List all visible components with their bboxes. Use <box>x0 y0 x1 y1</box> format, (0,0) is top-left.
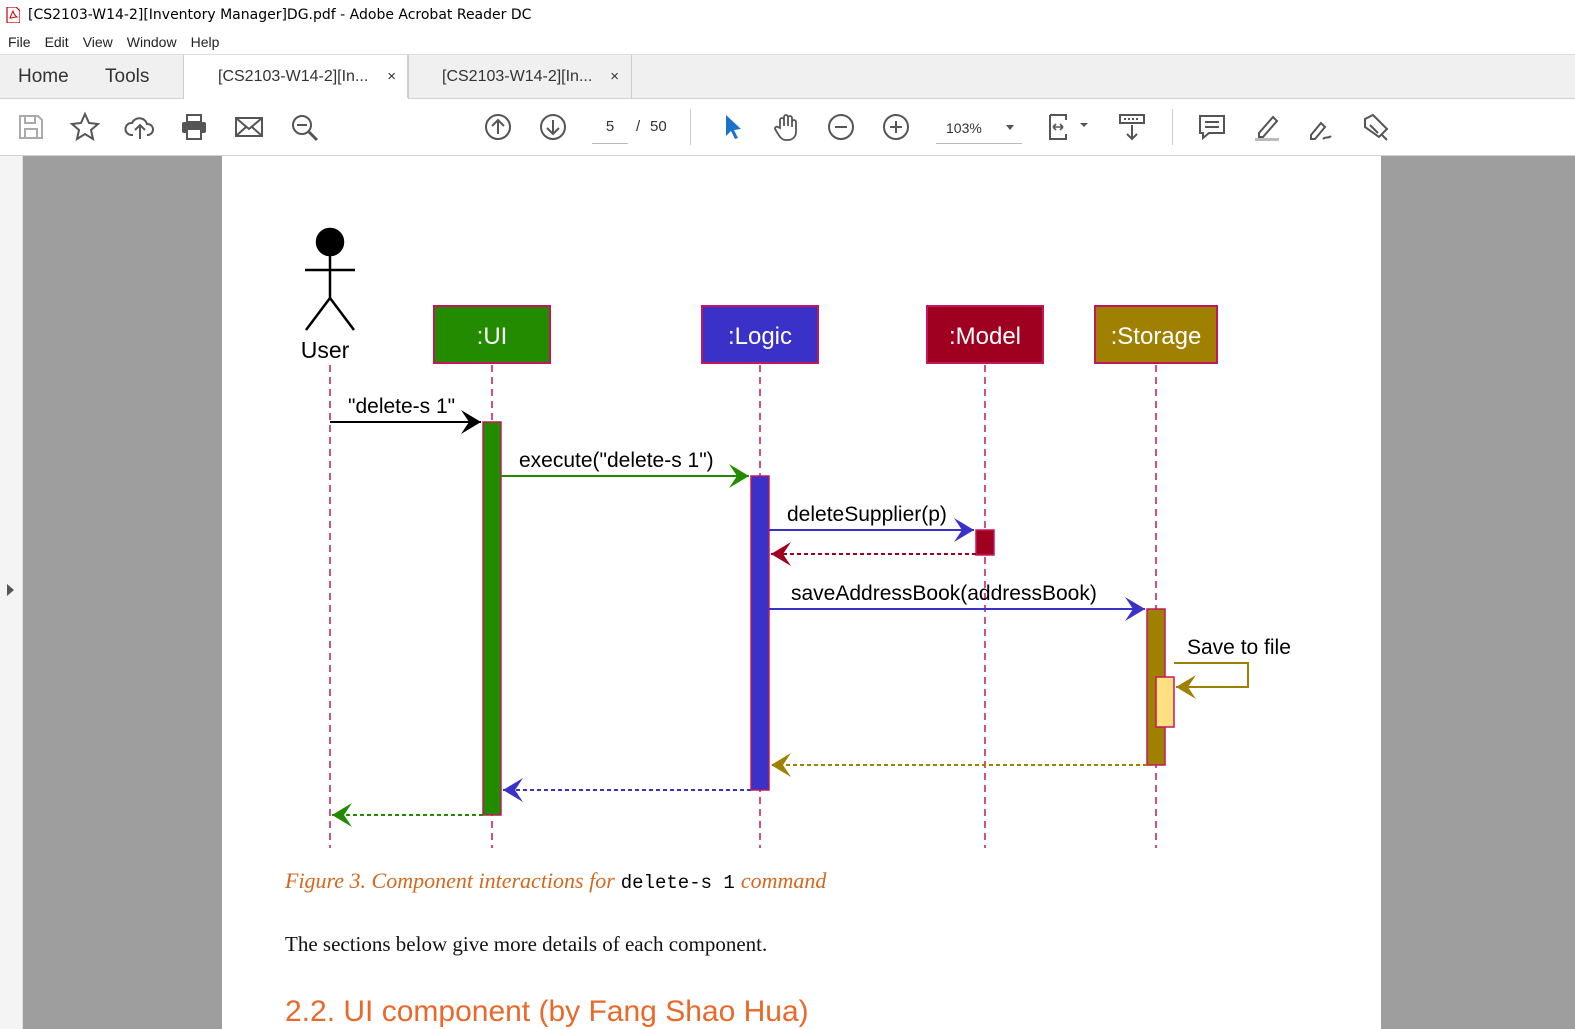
self-message-arrow <box>1174 662 1249 699</box>
participant-logic-label: :Logic <box>728 323 792 350</box>
message-label: deleteSupplier(p) <box>787 503 947 526</box>
activation-logic <box>750 475 770 791</box>
activation-ui <box>482 421 502 816</box>
section-heading: 2.2. UI component (by Fang Shao Hua) <box>285 995 809 1028</box>
message-label: execute("delete-s 1") <box>519 449 714 472</box>
lifelines <box>329 365 1157 848</box>
message-label: saveAddressBook(addressBook) <box>791 582 1097 605</box>
participant-model-label: :Model <box>949 323 1021 350</box>
message-label: Save to file <box>1187 636 1291 659</box>
actor-user-icon <box>305 227 355 331</box>
actor-label: User <box>301 337 350 363</box>
activation-model <box>975 529 995 556</box>
caption-suffix: command <box>740 868 827 893</box>
caption-code: delete-s 1 <box>620 872 735 894</box>
activation-storage-self <box>1155 676 1175 728</box>
participant-storage-label: :Storage <box>1111 323 1202 350</box>
participant-ui-label: :UI <box>477 323 508 350</box>
caption-prefix: Figure 3. Component interactions for <box>285 868 615 893</box>
message-label: "delete-s 1" <box>348 395 455 418</box>
body-paragraph: The sections below give more details of … <box>285 932 768 956</box>
figure-caption: Figure 3. Component interactions for dele… <box>285 868 826 894</box>
